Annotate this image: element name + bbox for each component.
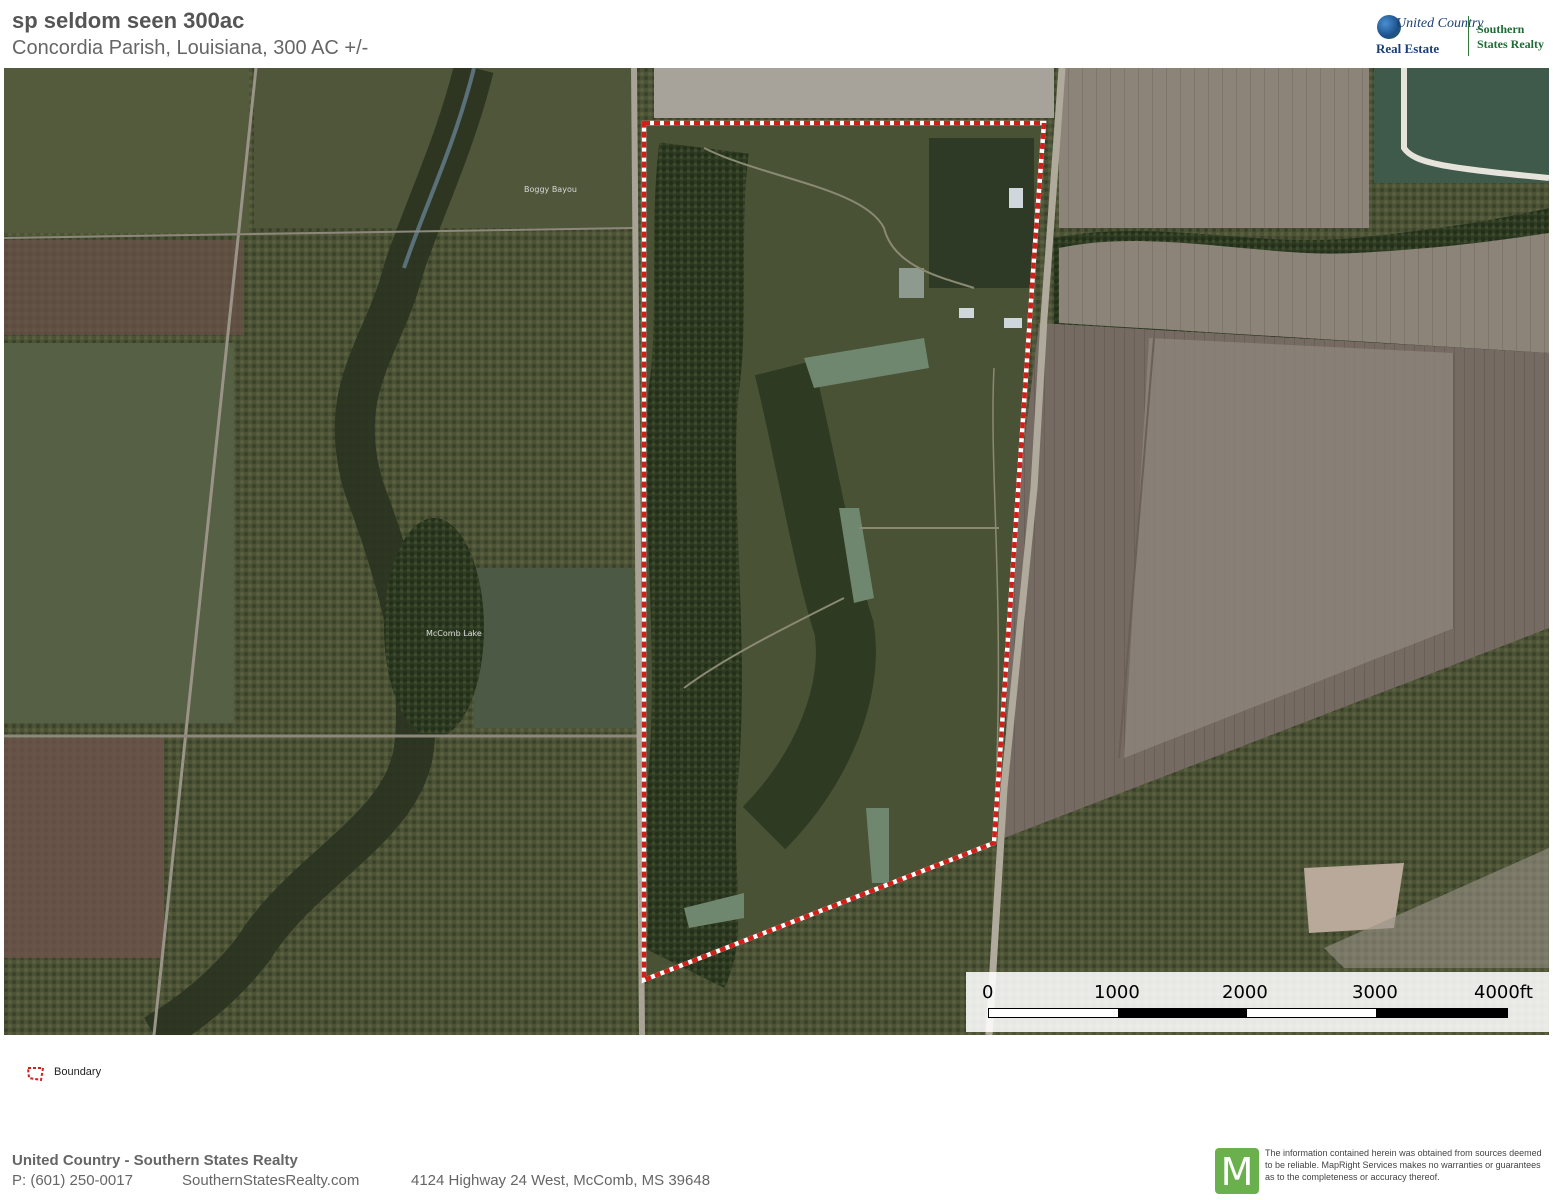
footer-address: 4124 Highway 24 West, McComb, MS 39648	[411, 1172, 711, 1189]
logo-united-country: United Country	[1396, 16, 1484, 31]
aerial-imagery: Boggy Bayou McComb Lake	[4, 68, 1549, 1035]
scale-seg-4	[1376, 1009, 1507, 1017]
map-title: sp seldom seen 300ac	[12, 8, 245, 33]
logo-southern: Southern	[1477, 22, 1525, 36]
footer-phone: P: (601) 250-0017	[12, 1172, 133, 1189]
logo-states-realty: States Realty	[1477, 37, 1544, 51]
logo-divider	[1468, 16, 1469, 56]
footer-website[interactable]: SouthernStatesRealty.com	[182, 1172, 359, 1189]
map-subtitle: Concordia Parish, Louisiana, 300 AC +/-	[12, 37, 369, 59]
scale-seg-3	[1247, 1009, 1376, 1017]
creek-label: Boggy Bayou	[524, 185, 577, 194]
scale-label-3000: 3000	[1352, 982, 1398, 1003]
scale-label-0: 0	[982, 982, 994, 1003]
footer-company: United Country - Southern States Realty	[12, 1152, 298, 1169]
company-logo: United Country Real Estate Southern Stat…	[1374, 12, 1550, 58]
legend-boundary-label: Boundary	[54, 1066, 102, 1078]
lake-label: McComb Lake	[426, 629, 482, 638]
scale-bar: 0 1000 2000 3000 4000ft	[966, 972, 1549, 1032]
scale-seg-2	[1118, 1009, 1247, 1017]
scale-label-1000: 1000	[1094, 982, 1140, 1003]
aerial-map[interactable]: Boggy Bayou McComb Lake	[4, 68, 1549, 1035]
mapright-letter: M	[1220, 1150, 1254, 1194]
mapright-logo-icon: M	[1215, 1148, 1259, 1194]
boundary-swatch-icon	[26, 1067, 45, 1082]
scale-bar-track	[988, 1008, 1508, 1018]
scale-label-2000: 2000	[1222, 982, 1268, 1003]
logo-real-estate: Real Estate	[1376, 41, 1440, 56]
scale-label-4000: 4000ft	[1474, 982, 1533, 1003]
footer-disclaimer: The information contained herein was obt…	[1265, 1148, 1542, 1183]
scale-seg-1	[989, 1009, 1118, 1017]
